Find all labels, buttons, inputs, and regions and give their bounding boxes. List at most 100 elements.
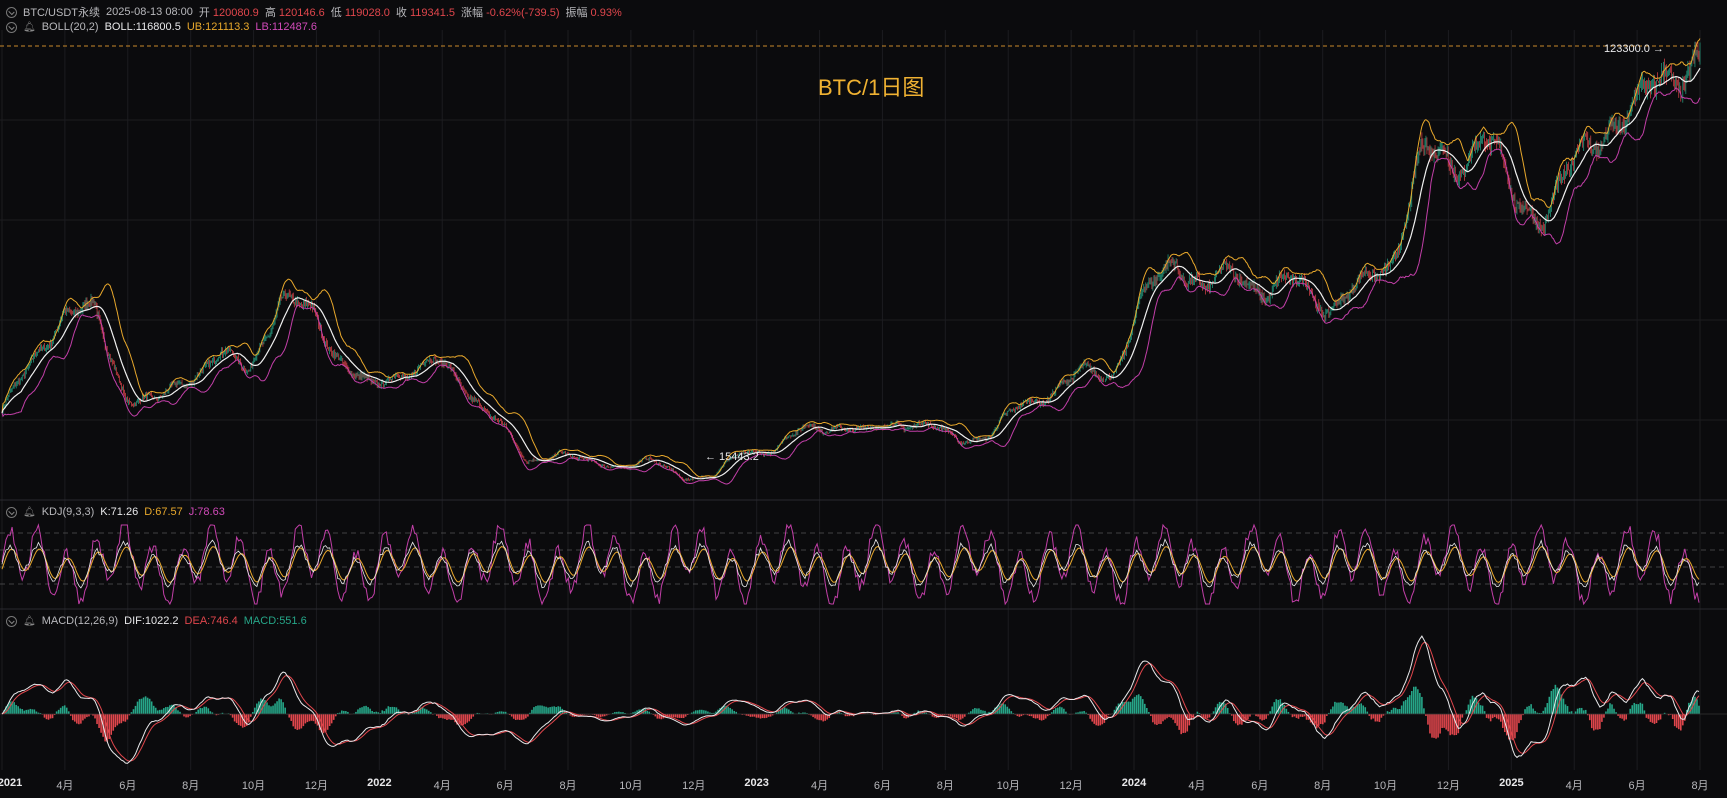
bell-icon[interactable]: 🔔︎ xyxy=(23,616,36,627)
macd-bar xyxy=(1423,708,1425,714)
x-tick-label: 4月 xyxy=(810,780,829,792)
macd-bar xyxy=(165,707,167,714)
macd-bar xyxy=(976,708,978,714)
macd-bar xyxy=(1673,714,1676,727)
macd-bar xyxy=(514,714,517,720)
macd-bar xyxy=(266,702,268,714)
macd-bar xyxy=(71,714,74,721)
macd-name: MACD(12,26,9) xyxy=(41,615,119,627)
macd-bar xyxy=(304,714,307,724)
macd-bar xyxy=(1125,701,1128,714)
macd-bar xyxy=(1459,714,1462,726)
macd-bar xyxy=(783,707,786,714)
macd-bar xyxy=(1052,709,1055,714)
x-tick-label: 12月 xyxy=(682,780,706,792)
macd-bar xyxy=(1004,704,1007,714)
macd-bar xyxy=(551,706,553,714)
boll-mid-value: BOLL:116800.5 xyxy=(104,21,181,33)
macd-bar xyxy=(1386,711,1389,714)
macd-bar xyxy=(545,706,547,714)
macd-bar xyxy=(1637,704,1640,714)
macd-bar xyxy=(132,709,135,714)
macd-bar xyxy=(1611,704,1613,714)
macd-bar xyxy=(276,701,278,714)
macd-bar xyxy=(1485,714,1488,718)
macd-bar xyxy=(203,706,206,714)
macd-bar xyxy=(1315,714,1318,729)
macd-bar xyxy=(1154,714,1156,725)
x-tick-label: 12月 xyxy=(304,780,329,792)
collapse-icon[interactable] xyxy=(6,615,17,627)
macd-bar xyxy=(521,714,523,720)
macd-bar xyxy=(1162,714,1164,722)
macd-bar xyxy=(980,709,982,714)
macd-bar xyxy=(1097,714,1100,726)
change-label: 涨幅 xyxy=(461,7,484,19)
amplitude-label: 振幅 xyxy=(565,7,588,19)
macd-bar xyxy=(1277,699,1280,714)
macd-bar xyxy=(17,706,19,714)
macd-bar xyxy=(1546,703,1549,714)
macd-bar xyxy=(1597,714,1599,730)
macd-bar xyxy=(1040,714,1043,721)
macd-bar xyxy=(1647,714,1650,719)
macd-bar xyxy=(1499,714,1502,722)
macd-bar xyxy=(397,709,400,714)
macd-bar xyxy=(1059,706,1061,714)
macd-bar xyxy=(393,707,396,714)
macd-bar xyxy=(1245,714,1247,721)
macd-bar xyxy=(1160,714,1162,725)
macd-bar xyxy=(391,706,394,714)
macd-bar xyxy=(1593,714,1595,731)
x-tick-label: 4月 xyxy=(1565,780,1583,792)
macd-bar xyxy=(1269,711,1271,714)
macd-bar xyxy=(1524,709,1526,714)
macd-bar xyxy=(1653,714,1656,724)
macd-bar xyxy=(701,709,703,714)
macd-dea-value: DEA:746.4 xyxy=(184,615,238,627)
macd-bar xyxy=(1089,714,1091,719)
macd-bar xyxy=(1036,714,1039,719)
boll-mid-line xyxy=(1,67,1701,480)
bell-icon[interactable]: 🔔︎ xyxy=(23,507,36,518)
macd-bar xyxy=(387,706,390,714)
macd-bar xyxy=(1570,711,1573,714)
macd-bar xyxy=(163,708,165,714)
macd-bar xyxy=(1057,707,1059,714)
macd-bar xyxy=(533,707,535,714)
macd-bar xyxy=(694,710,697,714)
macd-bar xyxy=(270,706,272,714)
macd-bar xyxy=(1645,714,1648,718)
macd-bar xyxy=(1655,714,1658,724)
bell-icon[interactable]: 🔔︎ xyxy=(23,22,36,33)
macd-bar xyxy=(1491,714,1494,719)
macd-bar xyxy=(1206,714,1209,719)
boll-lower-line xyxy=(1,87,1701,485)
macd-bar xyxy=(970,711,972,714)
macd-bar xyxy=(197,709,199,714)
kline-chart[interactable] xyxy=(0,0,1727,798)
macd-bar xyxy=(1101,714,1104,725)
collapse-icon[interactable] xyxy=(6,6,17,18)
macd-bar xyxy=(1550,690,1553,714)
macd-bar xyxy=(1178,714,1180,730)
macd-bar xyxy=(1518,714,1520,724)
macd-bar xyxy=(955,714,958,719)
collapse-icon[interactable] xyxy=(6,506,17,518)
macd-bar xyxy=(1451,714,1454,735)
macd-bar xyxy=(656,714,659,719)
macd-bar xyxy=(120,714,123,724)
macd-bar xyxy=(822,714,824,722)
x-tick-label: 2023 xyxy=(744,777,769,789)
macd-bar xyxy=(1018,714,1021,717)
macd-bar xyxy=(705,710,707,714)
macd-bar xyxy=(296,714,299,730)
macd-bar xyxy=(367,707,369,714)
open-value: 120080.9 xyxy=(212,7,259,19)
macd-bar xyxy=(23,710,26,714)
collapse-icon[interactable] xyxy=(6,21,17,33)
macd-bar xyxy=(1338,702,1340,714)
macd-bar xyxy=(19,708,22,714)
macd-bar xyxy=(1404,699,1407,714)
macd-bar xyxy=(1180,714,1182,735)
